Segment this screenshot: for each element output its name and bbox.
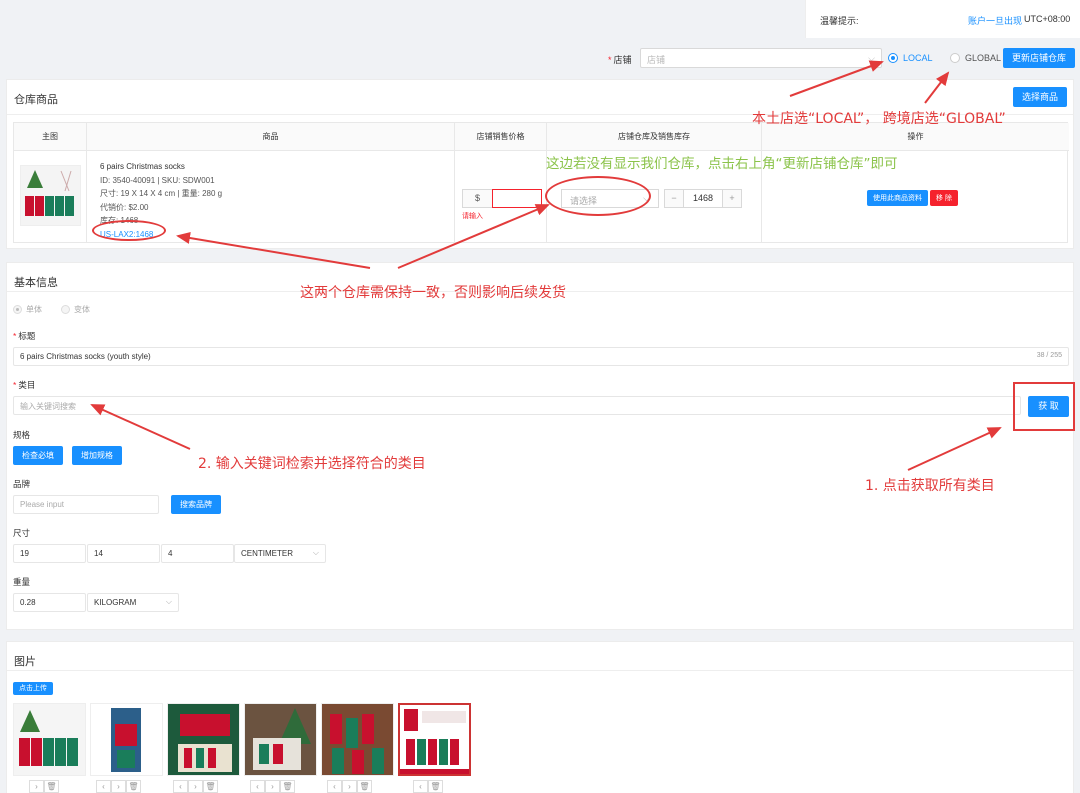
annotation-arrows (90, 60, 1002, 471)
